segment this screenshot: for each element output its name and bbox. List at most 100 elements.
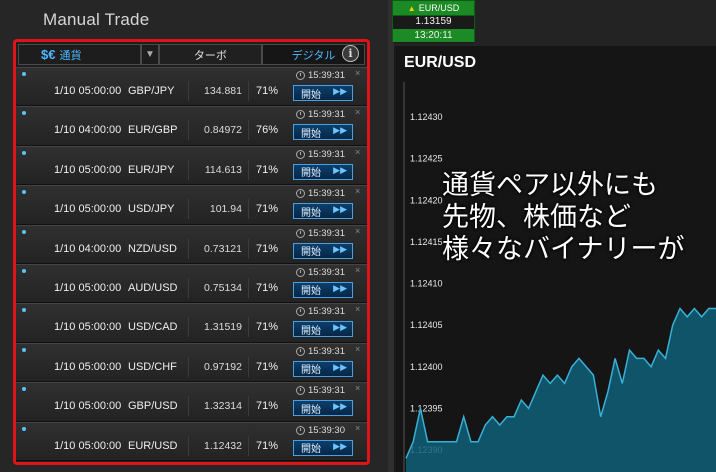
close-icon[interactable]: × (355, 147, 360, 157)
expiry-date: 1/10 05:00:00 (54, 360, 122, 373)
clock-icon (296, 346, 305, 356)
play-icon: ▶▶ (333, 243, 347, 254)
close-icon[interactable]: × (355, 68, 360, 78)
close-icon[interactable]: × (355, 265, 360, 275)
clock-icon (296, 267, 305, 277)
currency-pair: USD/JPY (128, 203, 175, 216)
countdown-time: 15:39:31 (308, 148, 345, 160)
expiry-date: 1/10 05:00:00 (54, 439, 122, 452)
currency-pair: GBP/USD (128, 400, 178, 413)
close-icon[interactable]: × (355, 344, 360, 354)
promo-line-2: 先物、株価など (442, 202, 631, 233)
current-rate: 114.613 (204, 163, 242, 176)
manual-trade-panel: Manual Trade $€ 通貨 ▼ ターボ デジタル i 1/10 05:… (0, 0, 388, 472)
trade-row: 1/10 05:00:00 EUR/USD 1.12432 71% 15:39:30 × 開… (16, 421, 367, 461)
current-rate: 1.32314 (204, 400, 242, 413)
y-tick-label: 1.12430 (410, 112, 443, 122)
divider (188, 317, 189, 338)
start-button[interactable]: 開始 ▶▶ (293, 124, 353, 141)
status-dot (22, 111, 26, 116)
currency-pair: EUR/USD (128, 439, 178, 452)
trade-row: 1/10 05:00:00 USD/CHF 0.97192 71% 15:39:31 × 開… (16, 342, 367, 383)
panel-divider (388, 0, 394, 472)
payout-rate: 71% (255, 360, 278, 373)
y-tick-label: 1.12425 (410, 154, 443, 164)
start-button[interactable]: 開始 ▶▶ (293, 360, 353, 377)
play-icon: ▶▶ (333, 361, 347, 372)
clock-icon (296, 149, 305, 159)
tab-currency[interactable]: $€ 通貨 (18, 44, 142, 65)
current-rate: 1.12432 (204, 439, 242, 452)
countdown-time: 15:39:31 (308, 109, 345, 121)
y-tick-label: 1.12405 (410, 320, 443, 330)
start-button-label: 開始 (301, 404, 321, 416)
expiry-date: 1/10 05:00:00 (54, 281, 122, 294)
status-dot (22, 426, 26, 431)
current-rate: 0.97192 (204, 360, 242, 373)
clock-icon (296, 71, 305, 80)
divider (188, 238, 189, 259)
play-icon: ▶▶ (333, 401, 347, 412)
info-icon[interactable]: i (342, 45, 359, 62)
close-icon[interactable]: × (355, 186, 360, 196)
ticker-price: 1.13159 (415, 16, 452, 27)
close-icon[interactable]: × (355, 383, 360, 393)
payout-rate: 71% (255, 85, 278, 97)
start-button-label: 開始 (301, 128, 321, 140)
play-icon: ▶▶ (333, 125, 347, 136)
chevron-down-icon[interactable]: ▼ (141, 44, 159, 65)
ticker-time: 13:20:11 (393, 29, 474, 42)
start-button-label: 開始 (301, 247, 321, 259)
play-icon: ▶▶ (333, 204, 347, 215)
close-icon[interactable]: × (355, 423, 360, 433)
start-button[interactable]: 開始 ▶▶ (293, 203, 353, 220)
countdown-time: 15:39:31 (308, 188, 345, 200)
countdown-time: 15:39:31 (308, 385, 345, 397)
y-tick-label: 1.12410 (410, 279, 443, 289)
payout-rate: 71% (255, 439, 278, 452)
start-button[interactable]: 開始 ▶▶ (293, 400, 353, 417)
start-button-label: 開始 (301, 89, 321, 101)
clock-icon (296, 228, 305, 238)
start-button[interactable]: 開始 ▶▶ (293, 163, 353, 180)
start-button[interactable]: 開始 ▶▶ (293, 85, 353, 101)
clock-icon (296, 425, 305, 435)
start-button-label: 開始 (301, 207, 321, 219)
close-icon[interactable]: × (355, 107, 360, 117)
current-rate: 0.75134 (204, 281, 242, 294)
expiry-date: 1/10 05:00:00 (54, 85, 122, 97)
play-icon: ▶▶ (333, 440, 347, 451)
currency-pair: USD/CHF (128, 360, 177, 373)
close-icon[interactable]: × (355, 226, 360, 236)
payout-rate: 71% (255, 242, 278, 255)
divider (188, 356, 189, 377)
start-button[interactable]: 開始 ▶▶ (293, 321, 353, 338)
start-button[interactable]: 開始 ▶▶ (293, 281, 353, 298)
y-tick-label: 1.12400 (410, 362, 443, 372)
currency-pair: NZD/USD (128, 242, 177, 255)
divider (188, 396, 189, 417)
tab-turbo[interactable]: ターボ (158, 44, 262, 65)
expiry-date: 1/10 04:00:00 (54, 124, 122, 137)
trade-row: 1/10 05:00:00 EUR/JPY 114.613 71% 15:39:31 × 開… (16, 145, 367, 186)
start-button[interactable]: 開始 ▶▶ (293, 439, 353, 456)
divider (188, 159, 189, 180)
status-dot (22, 347, 26, 352)
current-rate: 101.94 (209, 203, 242, 216)
current-rate: 1.31519 (204, 321, 242, 334)
countdown-time: 15:39:31 (308, 70, 345, 81)
countdown-time: 15:39:31 (308, 345, 345, 357)
expiry-date: 1/10 05:00:00 (54, 203, 122, 216)
payout-rate: 71% (255, 163, 278, 176)
y-tick-label: 1.12395 (410, 403, 443, 413)
trade-row: 1/10 05:00:00 GBP/USD 1.32314 71% 15:39:31 × 開… (16, 382, 367, 422)
start-button-label: 開始 (301, 286, 321, 298)
ticker-pair: ▲ EUR/USD (393, 3, 474, 13)
start-button[interactable]: 開始 ▶▶ (293, 242, 353, 259)
close-icon[interactable]: × (355, 304, 360, 314)
divider (188, 435, 189, 456)
currency-pair: EUR/JPY (128, 163, 175, 176)
ticker-eurusd[interactable]: ▲ EUR/USD 1.13159 13:20:11 (392, 0, 475, 43)
trade-row: 1/10 04:00:00 EUR/GBP 0.84972 76% 15:39:31 × 開… (16, 106, 367, 146)
status-dot (22, 387, 26, 392)
